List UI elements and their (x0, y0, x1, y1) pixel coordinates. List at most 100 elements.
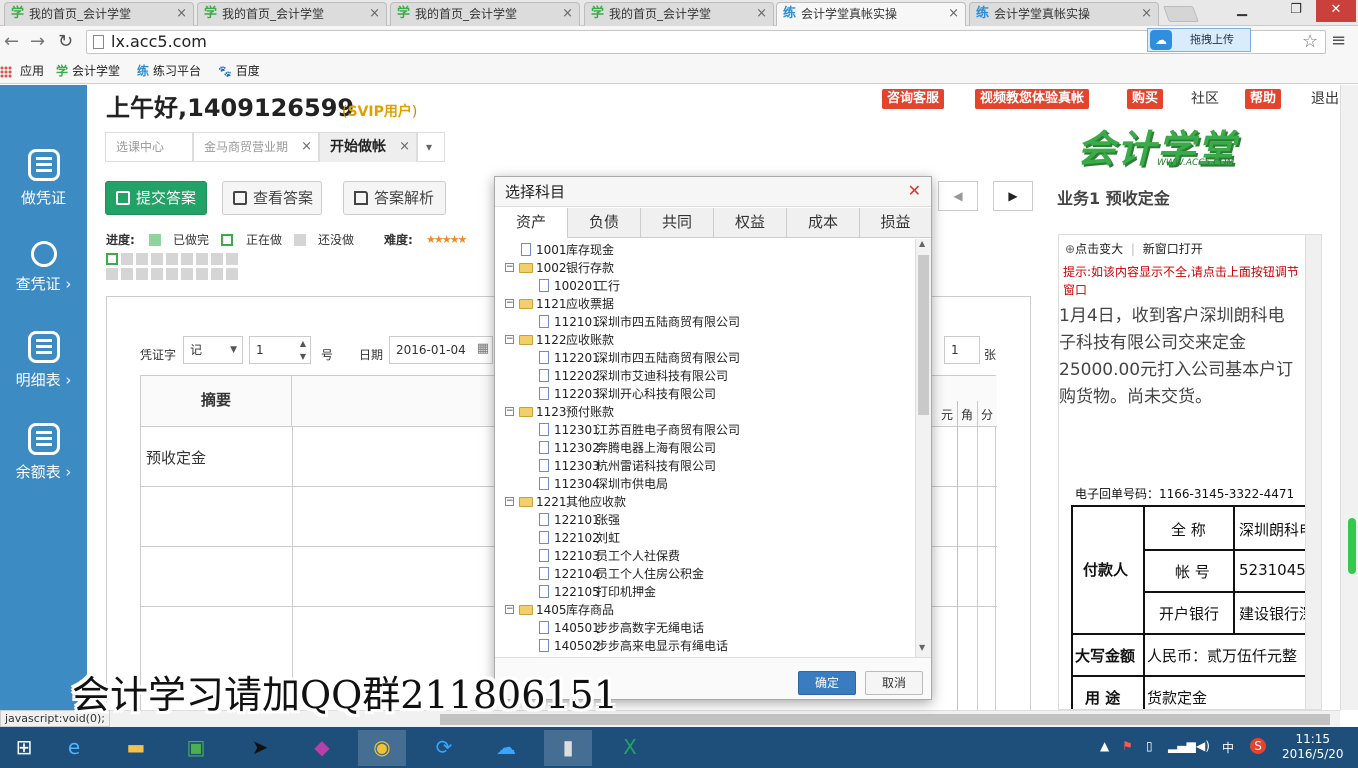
buy-button[interactable]: 购买 (1127, 89, 1164, 109)
tree-scrollbar[interactable]: ▲ ▼ (915, 239, 931, 657)
progress-cell[interactable] (211, 253, 223, 265)
progress-cell[interactable] (211, 268, 223, 280)
bookmark-star-icon[interactable]: ☆ (1302, 31, 1318, 52)
new-tab-button[interactable] (1163, 6, 1199, 22)
community-link[interactable]: 社区 (1191, 89, 1219, 109)
tree-node[interactable]: 112302 奔腾电器上海有限公司 (495, 439, 915, 457)
url-input[interactable]: lx.acc5.com (86, 30, 1326, 54)
close-icon[interactable]: ✕ (908, 183, 921, 199)
browser-tab[interactable]: 练会计学堂真帐实操 × (776, 2, 966, 26)
windows-start-icon[interactable]: ⊞ (0, 730, 48, 766)
collapse-icon[interactable]: − (505, 497, 514, 506)
tab-category-4[interactable]: 成本 (787, 208, 860, 238)
tree-node[interactable]: 112202 深圳市艾迪科技有限公司 (495, 367, 915, 385)
tree-node[interactable]: 112301 江苏百胜电子商贸有限公司 (495, 421, 915, 439)
view-answer-button[interactable]: 查看答案 (222, 181, 322, 215)
tab-category-2[interactable]: 共同 (641, 208, 714, 238)
tab-business-period[interactable]: 金马商贸营业期 × (193, 132, 319, 162)
tab-category-1[interactable]: 负债 (568, 208, 641, 238)
tree-node[interactable]: 140501 步步高数字无绳电话 (495, 619, 915, 637)
close-window-icon[interactable]: ✕ (1316, 0, 1356, 22)
next-business-button[interactable]: ▶ (993, 181, 1033, 211)
new-window-link[interactable]: 新窗口打开 (1143, 242, 1203, 256)
tray-battery-icon[interactable]: ▯ (1146, 739, 1153, 753)
answer-analysis-button[interactable]: 答案解析 (343, 181, 446, 215)
sogou-icon[interactable]: S (1250, 738, 1266, 754)
tray-signal-icon[interactable]: ▂▄▆ (1168, 739, 1196, 753)
progress-cell[interactable] (106, 253, 118, 265)
sync-icon[interactable]: ⟳ (420, 730, 468, 766)
minimize-icon[interactable]: ▁ (1228, 0, 1256, 22)
progress-cell[interactable] (181, 268, 193, 280)
close-tab-icon[interactable]: × (369, 3, 380, 25)
close-tab-icon[interactable]: × (948, 3, 959, 25)
tree-node[interactable]: − 1221 其他应收款 (495, 493, 915, 511)
sidebar-item-balance[interactable]: 余额表 › (0, 423, 87, 482)
consult-button[interactable]: 咨询客服 (882, 89, 945, 109)
page-scrollbar[interactable] (1340, 85, 1358, 710)
close-icon[interactable]: × (399, 133, 410, 161)
progress-cell[interactable] (121, 268, 133, 280)
progress-cell[interactable] (151, 268, 163, 280)
progress-cell[interactable] (196, 268, 208, 280)
browser-tab[interactable]: 学我的首页_会计学堂 × (197, 2, 387, 26)
row-summary[interactable]: 预收定金 (146, 447, 206, 468)
tray-up-icon[interactable]: ▲ (1100, 739, 1109, 753)
excel-icon[interactable]: X (606, 730, 654, 766)
progress-cell[interactable] (136, 253, 148, 265)
tray-flag-icon[interactable]: ⚑ (1122, 739, 1133, 753)
progress-cell[interactable] (136, 268, 148, 280)
progress-cell[interactable] (226, 253, 238, 265)
tree-node[interactable]: − 1002 银行存款 (495, 259, 915, 277)
tree-node[interactable]: − 1405 库存商品 (495, 601, 915, 619)
close-tab-icon[interactable]: × (1141, 3, 1152, 25)
voucher-attachments-input[interactable]: 1 (944, 336, 980, 364)
store-icon[interactable]: ▣ (172, 730, 220, 766)
side-handle[interactable] (1348, 518, 1356, 574)
tree-node[interactable]: 112201 深圳市四五陆商贸有限公司 (495, 349, 915, 367)
app-arrow-icon[interactable]: ➤ (236, 730, 284, 766)
tab-start-bookkeeping[interactable]: 开始做帐 × (319, 132, 417, 162)
cloud-app-icon[interactable]: ☁ (482, 730, 530, 766)
system-clock[interactable]: 11:15 2016/5/20 (1282, 732, 1344, 762)
submit-answer-button[interactable]: 提交答案 (105, 181, 207, 215)
voucher-word-select[interactable]: 记 ▼ (183, 336, 243, 364)
tree-node[interactable]: − 1123 预付账款 (495, 403, 915, 421)
tree-node[interactable]: 122104 员工个人住房公积金 (495, 565, 915, 583)
sidebar-item-detail[interactable]: 明细表 › (0, 331, 87, 390)
tree-node[interactable]: 112304 深圳市供电局 (495, 475, 915, 493)
bookmark-kuaiji[interactable]: 学会计学堂 (56, 63, 120, 79)
tab-category-0[interactable]: 资产 (495, 208, 568, 238)
browser-tab[interactable]: 学我的首页_会计学堂 × (4, 2, 194, 26)
progress-cell[interactable] (106, 268, 118, 280)
tree-node[interactable]: 122102 刘虹 (495, 529, 915, 547)
tree-node[interactable]: 1001 库存现金 (495, 241, 915, 259)
chrome-icon[interactable]: ◉ (358, 730, 406, 766)
apps-grid-icon[interactable] (0, 66, 12, 78)
bookmark-baidu[interactable]: 🐾 百度 (218, 63, 260, 80)
back-icon[interactable]: ← (4, 31, 19, 52)
tray-volume-icon[interactable]: ◀) (1196, 739, 1210, 753)
progress-cell[interactable] (151, 253, 163, 265)
close-tab-icon[interactable]: × (756, 3, 767, 25)
close-tab-icon[interactable]: × (562, 3, 573, 25)
tree-node[interactable]: − 1121 应收票据 (495, 295, 915, 313)
tree-node[interactable]: − 1122 应收账款 (495, 331, 915, 349)
logout-link[interactable]: 退出 (1311, 89, 1339, 109)
collapse-icon[interactable]: − (505, 407, 514, 416)
reload-icon[interactable]: ↻ (58, 31, 73, 52)
progress-cell[interactable] (166, 253, 178, 265)
tab-course-center[interactable]: 选课中心 (105, 132, 193, 162)
tree-node[interactable]: 140502 步步高来电显示有绳电话 (495, 637, 915, 655)
tab-category-3[interactable]: 权益 (714, 208, 787, 238)
recorder-icon[interactable]: ▮ (544, 730, 592, 766)
menu-icon[interactable]: ≡ (1331, 30, 1346, 51)
close-icon[interactable]: × (301, 133, 312, 161)
progress-cell[interactable] (121, 253, 133, 265)
restore-icon[interactable]: ❐ (1282, 0, 1310, 22)
voucher-date-input[interactable]: 2016-01-04 ▦ (389, 336, 493, 364)
tree-node[interactable]: 112101 深圳市四五陆商贸有限公司 (495, 313, 915, 331)
explorer-icon[interactable]: ▬ (112, 730, 160, 766)
progress-cell[interactable] (181, 253, 193, 265)
sidebar-item-make-voucher[interactable]: 做凭证 (0, 149, 87, 208)
